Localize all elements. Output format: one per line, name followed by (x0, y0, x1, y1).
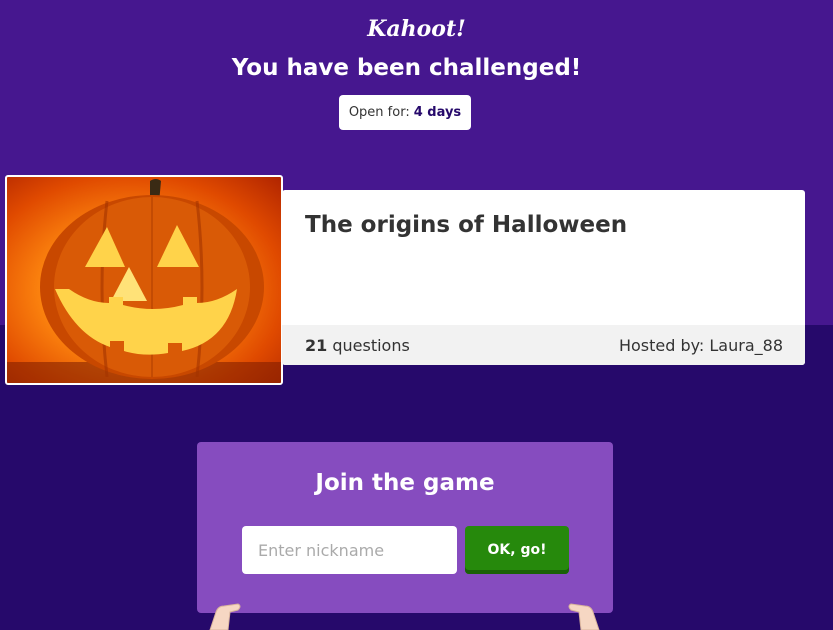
right-hand-icon (568, 603, 600, 630)
host-label: Hosted by: Laura_88 (618, 335, 783, 355)
question-count-label: questions (332, 335, 410, 355)
question-count: 21 questions (305, 336, 410, 355)
quiz-card-footer: 21 questions Hosted by: Laura_88 (282, 325, 805, 365)
quiz-card: The origins of Halloween 21 questions Ho… (282, 190, 805, 365)
question-count-number: 21 (305, 335, 328, 355)
join-title: Join the game (315, 470, 495, 496)
quiz-title: The origins of Halloween (305, 212, 628, 238)
jack-o-lantern-icon (7, 179, 281, 383)
join-game-panel: Join the game OK, go! (197, 442, 613, 613)
page-title: You have been challenged! (231, 55, 582, 81)
quiz-cover-image (5, 175, 283, 385)
kahoot-logo: Kahoot! (367, 16, 466, 42)
ok-go-button[interactable]: OK, go! (465, 526, 569, 574)
nickname-input[interactable] (242, 526, 457, 574)
open-duration-badge: Open for: 4 days (339, 95, 471, 130)
left-hand-icon (209, 603, 241, 630)
open-value: 4 days (413, 105, 462, 120)
open-label: Open for: (348, 105, 410, 120)
